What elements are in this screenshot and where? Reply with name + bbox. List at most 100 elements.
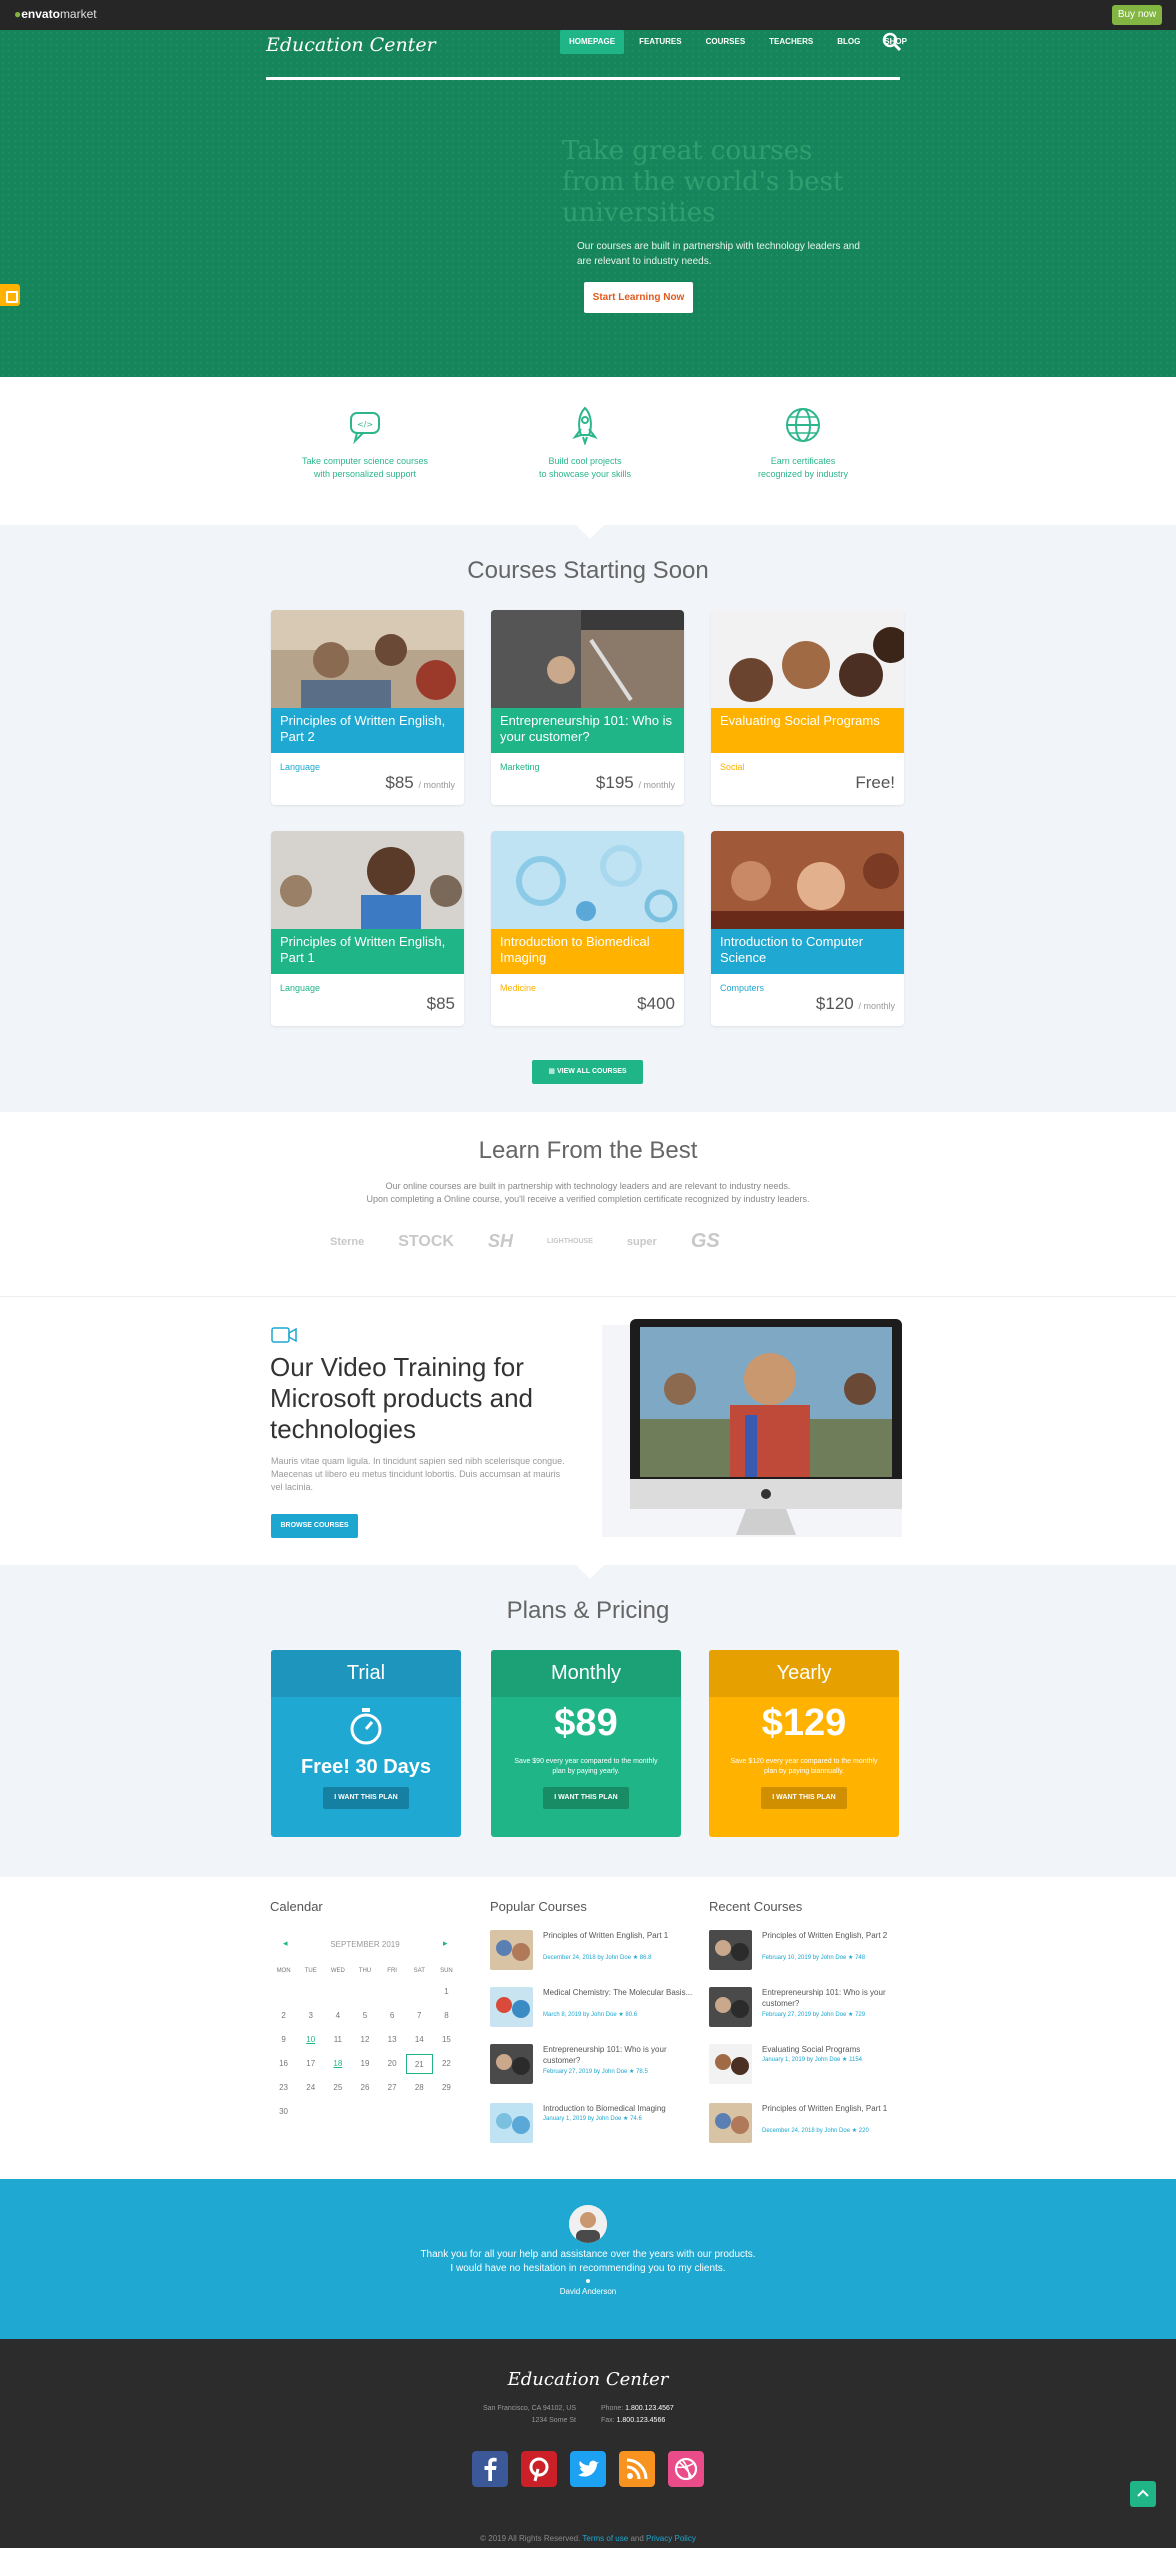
post-thumbnail[interactable] — [709, 2044, 752, 2084]
course-card[interactable]: Entrepreneurship 101: Who is your custom… — [491, 610, 684, 805]
calendar-day: 4 — [335, 2011, 341, 2020]
course-title[interactable]: Principles of Written English, Part 1 — [271, 929, 464, 974]
post-title[interactable]: Principles of Written English, Part 1 — [762, 2103, 912, 2114]
side-settings-tab[interactable] — [0, 284, 20, 306]
calendar-empty — [270, 1982, 297, 2002]
video-camera-icon — [271, 1327, 297, 1343]
post-title[interactable]: Evaluating Social Programs — [762, 2044, 912, 2055]
post-thumbnail[interactable] — [709, 1930, 752, 1970]
course-card[interactable]: Introduction to Computer Science Compute… — [711, 831, 904, 1026]
course-title[interactable]: Evaluating Social Programs — [711, 708, 904, 753]
post-item[interactable]: Medical Chemistry: The Molecular Basis..… — [490, 1987, 693, 2027]
courses-section: Courses Starting Soon Principles of Writ… — [0, 525, 1176, 1112]
post-item[interactable]: Evaluating Social Programs January 1, 201… — [709, 2044, 909, 2084]
course-category[interactable]: Medicine — [500, 983, 536, 993]
post-item[interactable]: Entrepreneurship 101: Who is your custom… — [490, 2044, 690, 2084]
plan-name: Trial — [271, 1650, 461, 1697]
fax-number: 1.800.123.4566 — [616, 2417, 666, 2424]
post-thumbnail[interactable] — [709, 1987, 752, 2027]
choose-plan-button[interactable]: I WANT THIS PLAN — [323, 1787, 409, 1809]
nav-blog[interactable]: BLOG — [828, 30, 869, 54]
nav-teachers[interactable]: TEACHERS — [760, 30, 822, 54]
calendar-day: 7 — [417, 2011, 422, 2020]
course-category[interactable]: Language — [280, 762, 320, 772]
course-card[interactable]: Introduction to Biomedical Imaging Medic… — [491, 831, 684, 1026]
calendar-month: SEPTEMBER 2019 — [330, 1940, 400, 1949]
post-title[interactable]: Medical Chemistry: The Molecular Basis..… — [543, 1987, 693, 1998]
post-item[interactable]: Principles of Written English, Part 2 Feb… — [709, 1930, 909, 1970]
buy-now-button[interactable]: Buy now — [1112, 5, 1162, 25]
choose-plan-button[interactable]: I WANT THIS PLAN — [761, 1787, 847, 1809]
browse-courses-button[interactable]: BROWSE COURSES — [271, 1514, 358, 1538]
course-title[interactable]: Entrepreneurship 101: Who is your custom… — [491, 708, 684, 753]
carousel-dot[interactable] — [586, 2279, 590, 2283]
view-all-courses-button[interactable]: ▦ VIEW ALL COURSES — [532, 1060, 643, 1084]
post-item[interactable]: Principles of Written English, Part 1 Dec… — [490, 1930, 690, 1970]
course-card[interactable]: Principles of Written English, Part 2 La… — [271, 610, 464, 805]
calendar-day: 5 — [362, 2011, 368, 2020]
dribbble-icon[interactable] — [668, 2451, 704, 2487]
social-links — [472, 2451, 704, 2487]
avatar — [569, 2205, 607, 2243]
weekday-label: FRI — [387, 1968, 397, 1974]
pinterest-icon[interactable] — [521, 2451, 557, 2487]
monitor-image[interactable] — [630, 1319, 902, 1539]
post-title[interactable]: Entrepreneurship 101: Who is your custom… — [543, 2044, 693, 2066]
calendar-day[interactable]: 10 — [297, 2030, 324, 2050]
course-category[interactable]: Marketing — [500, 762, 540, 772]
phone-number[interactable]: 1.800.123.4567 — [625, 2405, 674, 2412]
next-month-icon[interactable]: ▸ — [443, 1938, 448, 1949]
post-thumbnail[interactable] — [490, 1930, 533, 1970]
nav-courses[interactable]: COURSES — [697, 30, 755, 54]
calendar-day[interactable]: 18 — [324, 2054, 351, 2074]
envato-logo[interactable]: ●envatomarket — [14, 7, 97, 21]
post-title[interactable]: Introduction to Biomedical Imaging — [543, 2103, 693, 2114]
post-item[interactable]: Introduction to Biomedical Imaging Januar… — [490, 2103, 690, 2143]
envato-bar: ●envatomarket Buy now — [0, 0, 1176, 30]
post-thumbnail[interactable] — [490, 1987, 533, 2027]
footer-logo[interactable]: Education Center — [0, 2369, 1176, 2390]
search-icon[interactable] — [882, 32, 902, 52]
post-item[interactable]: Principles of Written English, Part 1 Dec… — [709, 2103, 909, 2143]
address-line: San Francisco, CA 94102, US — [483, 2405, 576, 2412]
twitter-icon[interactable] — [570, 2451, 606, 2487]
calendar-day: 15 — [441, 2035, 451, 2044]
start-learning-button[interactable]: Start Learning Now — [584, 282, 693, 313]
post-thumbnail[interactable] — [709, 2103, 752, 2143]
course-title[interactable]: Principles of Written English, Part 2 — [271, 708, 464, 753]
calendar-day: 13 — [387, 2035, 397, 2044]
rss-icon[interactable] — [619, 2451, 655, 2487]
nav-homepage[interactable]: HOMEPAGE — [560, 30, 625, 54]
site-logo[interactable]: Education Center — [266, 34, 436, 56]
post-item[interactable]: Entrepreneurship 101: Who is your custom… — [709, 1987, 909, 2027]
course-card[interactable]: Principles of Written English, Part 1 La… — [271, 831, 464, 1026]
post-title[interactable]: Entrepreneurship 101: Who is your custom… — [762, 1987, 912, 2009]
course-title[interactable]: Introduction to Biomedical Imaging — [491, 929, 684, 974]
post-meta: February 27, 2019 by John Doe ★ 729 — [762, 2012, 866, 2018]
hero-subtitle: Our courses are built in partnership wit… — [577, 241, 860, 267]
post-thumbnail[interactable] — [490, 2044, 533, 2084]
post-thumbnail[interactable] — [490, 2103, 533, 2143]
facebook-icon[interactable] — [472, 2451, 508, 2487]
back-to-top-button[interactable] — [1130, 2481, 1156, 2507]
learn-text: Upon completing a Online course, you'll … — [366, 1194, 810, 1204]
calendar-day: 20 — [387, 2059, 397, 2068]
course-card[interactable]: Evaluating Social Programs Social Free! — [711, 610, 904, 805]
privacy-link[interactable]: Privacy Policy — [646, 2534, 696, 2543]
footer-contact: Phone: 1.800.123.4567 Fax: 1.800.123.456… — [601, 2403, 721, 2427]
footer-address: San Francisco, CA 94102, US 1234 Some St — [440, 2403, 576, 2427]
terms-link[interactable]: Terms of use — [582, 2534, 628, 2543]
course-category[interactable]: Language — [280, 983, 320, 993]
plan-card-yearly: Yearly $129 Save $120 every year compare… — [709, 1650, 899, 1837]
post-title[interactable]: Principles of Written English, Part 1 — [543, 1930, 693, 1941]
plan-note: Save $120 every year compared to the mon… — [730, 1758, 878, 1775]
course-category[interactable]: Social — [720, 762, 745, 772]
calendar-empty — [379, 1982, 406, 2002]
course-title[interactable]: Introduction to Computer Science — [711, 929, 904, 974]
nav-features[interactable]: FEATURES — [630, 30, 691, 54]
post-title[interactable]: Principles of Written English, Part 2 — [762, 1930, 912, 1941]
course-image — [711, 610, 904, 708]
choose-plan-button[interactable]: I WANT THIS PLAN — [543, 1787, 629, 1809]
course-category[interactable]: Computers — [720, 983, 764, 993]
copyright-text: © 2019 All Rights Reserved. — [480, 2534, 581, 2543]
